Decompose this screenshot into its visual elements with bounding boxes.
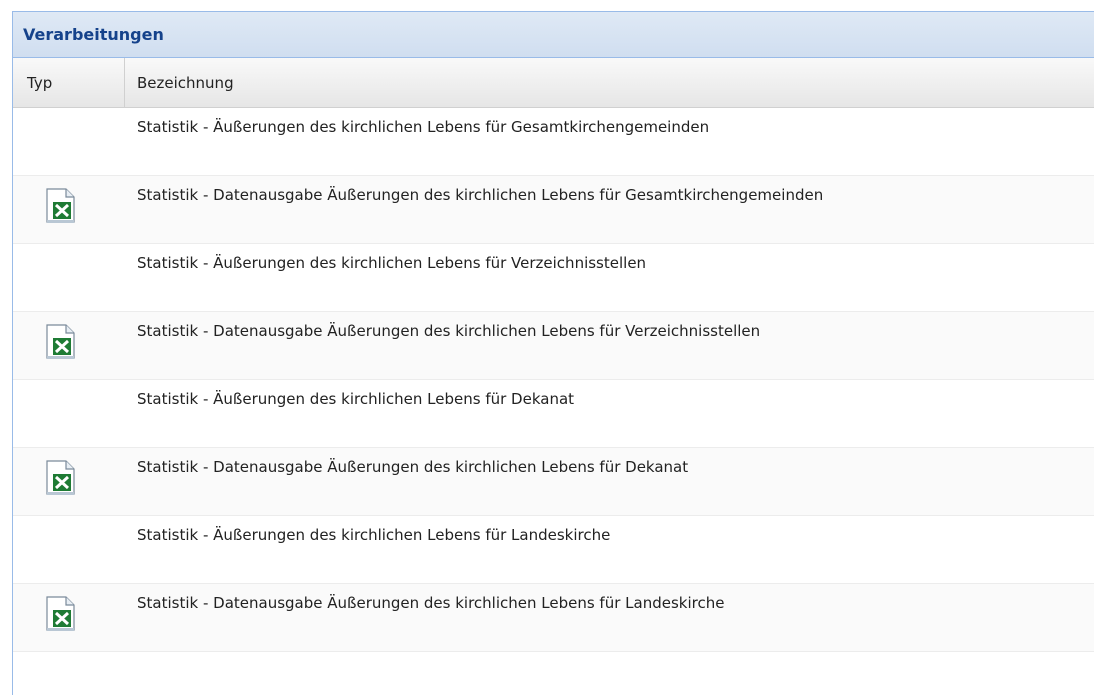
excel-file-icon[interactable] (43, 596, 77, 632)
table-row[interactable]: Statistik - Äußerungen des kirchlichen L… (13, 244, 1094, 312)
table-row[interactable]: Statistik - Äußerungen des kirchlichen L… (13, 108, 1094, 176)
table-row[interactable]: Statistik - Äußerungen des kirchlichen L… (13, 380, 1094, 448)
cell-bezeichnung: Statistik - Äußerungen des kirchlichen L… (137, 390, 575, 408)
column-header-bezeichnung[interactable]: Bezeichnung (125, 58, 1094, 107)
panel-title: Verarbeitungen (23, 25, 164, 44)
table-row[interactable]: Statistik - Datenausgabe Äußerungen des … (13, 584, 1094, 652)
panel-header: Verarbeitungen (13, 12, 1094, 58)
cell-bezeichnung: Statistik - Datenausgabe Äußerungen des … (137, 594, 725, 612)
grid-header: Typ Bezeichnung (13, 58, 1094, 108)
cell-typ (13, 584, 125, 651)
cell-bezeichnung: Statistik - Datenausgabe Äußerungen des … (137, 186, 824, 204)
column-header-typ[interactable]: Typ (13, 58, 125, 107)
cell-typ (13, 108, 125, 175)
cell-bezeichnung: Statistik - Datenausgabe Äußerungen des … (137, 322, 761, 340)
excel-file-icon[interactable] (43, 188, 77, 224)
cell-bezeichnung: Statistik - Äußerungen des kirchlichen L… (137, 526, 611, 544)
table-row[interactable]: Statistik - Äußerungen des kirchlichen L… (13, 516, 1094, 584)
cell-bezeichnung: Statistik - Äußerungen des kirchlichen L… (137, 118, 710, 136)
cell-bezeichnung: Statistik - Datenausgabe Äußerungen des … (137, 458, 689, 476)
table-row[interactable]: Statistik - Datenausgabe Äußerungen des … (13, 176, 1094, 244)
cell-typ (13, 176, 125, 243)
cell-bezeichnung: Statistik - Äußerungen des kirchlichen L… (137, 254, 647, 272)
cell-typ (13, 448, 125, 515)
cell-typ (13, 380, 125, 447)
processing-panel: Verarbeitungen Typ Bezeichnung Statistik… (12, 11, 1094, 695)
table-row[interactable]: Statistik - Datenausgabe Äußerungen des … (13, 312, 1094, 380)
excel-file-icon[interactable] (43, 460, 77, 496)
table-row[interactable]: Statistik - Datenausgabe Äußerungen des … (13, 448, 1094, 516)
cell-typ (13, 312, 125, 379)
cell-typ (13, 244, 125, 311)
cell-typ (13, 516, 125, 583)
excel-file-icon[interactable] (43, 324, 77, 360)
grid-body: Statistik - Äußerungen des kirchlichen L… (13, 108, 1094, 652)
